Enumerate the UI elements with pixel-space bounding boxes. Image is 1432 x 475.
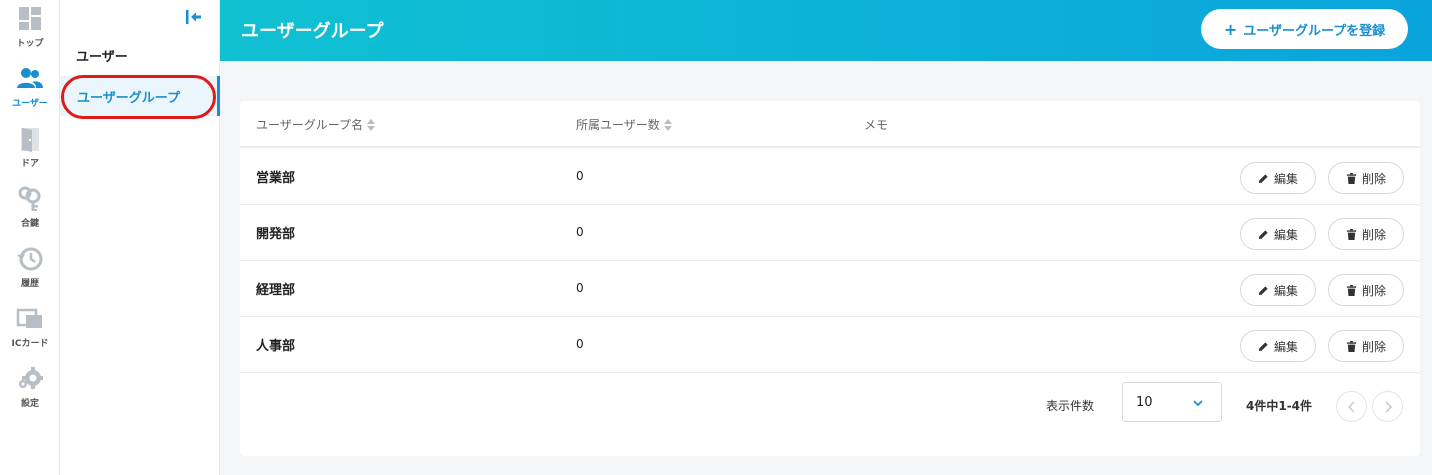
per-page-value: 10 bbox=[1136, 395, 1153, 410]
member-count: 0 bbox=[576, 225, 584, 239]
subnav-item-label: ユーザーグループ bbox=[77, 91, 180, 106]
column-header-count-label: 所属ユーザー数 bbox=[576, 118, 660, 132]
chevron-right-icon bbox=[1385, 401, 1393, 413]
pencil-icon bbox=[1258, 173, 1268, 183]
per-page-label: 表示件数 bbox=[1046, 399, 1095, 413]
edit-label: 編集 bbox=[1273, 283, 1298, 298]
member-count: 0 bbox=[576, 281, 584, 295]
delete-label: 削除 bbox=[1361, 283, 1386, 298]
delete-button[interactable]: 削除 bbox=[1328, 274, 1404, 306]
add-user-group-label: ユーザーグループを登録 bbox=[1243, 23, 1386, 39]
pencil-icon bbox=[1258, 341, 1268, 351]
rail-item-history[interactable]: 履歴 bbox=[0, 245, 60, 289]
next-page-button[interactable] bbox=[1372, 391, 1403, 422]
delete-label: 削除 bbox=[1361, 171, 1386, 186]
column-header-name-label: ユーザーグループ名 bbox=[256, 118, 364, 132]
edit-button[interactable]: 編集 bbox=[1240, 218, 1316, 250]
member-count: 0 bbox=[576, 169, 584, 183]
rail-label: 履歴 bbox=[20, 279, 39, 289]
users-icon bbox=[17, 68, 43, 88]
group-name: 経理部 bbox=[256, 283, 296, 298]
page-header: ユーザーグループ + ユーザーグループを登録 bbox=[220, 0, 1432, 61]
rail-label: ドア bbox=[20, 159, 39, 169]
column-header-count[interactable]: 所属ユーザー数 bbox=[576, 116, 672, 133]
edit-button[interactable]: 編集 bbox=[1240, 162, 1316, 194]
ic-card-icon bbox=[16, 308, 42, 328]
subnav-item-user-groups[interactable]: ユーザーグループ bbox=[60, 76, 220, 116]
pencil-icon bbox=[1258, 229, 1268, 239]
table-row: 人事部 0 編集 削除 bbox=[240, 317, 1420, 373]
group-name: 開発部 bbox=[256, 227, 296, 242]
delete-button[interactable]: 削除 bbox=[1328, 330, 1404, 362]
trash-icon bbox=[1346, 172, 1357, 184]
chevron-left-icon bbox=[1347, 401, 1355, 413]
rail-label: ユーザー bbox=[12, 99, 48, 109]
table-row: 経理部 0 編集 削除 bbox=[240, 261, 1420, 317]
per-page-select[interactable]: 10 bbox=[1122, 382, 1222, 422]
delete-button[interactable]: 削除 bbox=[1328, 218, 1404, 250]
collapse-sidebar-icon[interactable] bbox=[184, 8, 202, 26]
icon-rail: トップ ユーザー ドア 合鍵 履歴 ICカード 設定 bbox=[0, 0, 60, 475]
rail-label: ICカード bbox=[11, 339, 49, 349]
edit-button[interactable]: 編集 bbox=[1240, 330, 1316, 362]
table-header: ユーザーグループ名 所属ユーザー数 メモ bbox=[240, 101, 1420, 148]
rail-label: 設定 bbox=[20, 399, 39, 409]
plus-icon: + bbox=[1223, 19, 1238, 39]
door-icon bbox=[21, 128, 39, 152]
rail-label: トップ bbox=[16, 39, 44, 49]
edit-label: 編集 bbox=[1273, 171, 1298, 186]
table-row: 開発部 0 編集 削除 bbox=[240, 205, 1420, 261]
sort-icon bbox=[367, 118, 376, 131]
edit-label: 編集 bbox=[1273, 339, 1298, 354]
column-header-memo-label: メモ bbox=[864, 118, 889, 132]
pagination-range: 4件中1-4件 bbox=[1246, 399, 1313, 413]
column-header-memo: メモ bbox=[864, 116, 888, 133]
key-icon bbox=[18, 186, 41, 211]
delete-label: 削除 bbox=[1361, 339, 1386, 354]
rail-item-key[interactable]: 合鍵 bbox=[0, 185, 60, 229]
rail-item-ic-card[interactable]: ICカード bbox=[0, 305, 60, 349]
edit-label: 編集 bbox=[1273, 227, 1298, 242]
column-header-name[interactable]: ユーザーグループ名 bbox=[256, 116, 376, 133]
sort-icon bbox=[663, 118, 672, 131]
edit-button[interactable]: 編集 bbox=[1240, 274, 1316, 306]
group-name: 営業部 bbox=[256, 171, 296, 186]
group-name: 人事部 bbox=[256, 339, 296, 354]
member-count: 0 bbox=[576, 337, 584, 351]
history-icon bbox=[17, 247, 43, 271]
trash-icon bbox=[1346, 228, 1357, 240]
rail-item-top[interactable]: トップ bbox=[0, 5, 60, 49]
rail-item-users[interactable]: ユーザー bbox=[0, 65, 60, 109]
gear-icon bbox=[19, 367, 43, 389]
page-title: ユーザーグループ bbox=[241, 21, 384, 42]
trash-icon bbox=[1346, 284, 1357, 296]
rail-label: 合鍵 bbox=[20, 219, 39, 229]
dashboard-icon bbox=[19, 7, 41, 30]
delete-label: 削除 bbox=[1361, 227, 1386, 242]
table-row: 営業部 0 編集 削除 bbox=[240, 149, 1420, 205]
delete-button[interactable]: 削除 bbox=[1328, 162, 1404, 194]
add-user-group-button[interactable]: + ユーザーグループを登録 bbox=[1201, 9, 1408, 49]
rail-item-door[interactable]: ドア bbox=[0, 125, 60, 169]
subnav-heading-users[interactable]: ユーザー bbox=[76, 46, 128, 65]
pencil-icon bbox=[1258, 285, 1268, 295]
sub-navigation: ユーザー ユーザーグループ bbox=[60, 0, 220, 475]
prev-page-button[interactable] bbox=[1336, 391, 1367, 422]
rail-item-settings[interactable]: 設定 bbox=[0, 365, 60, 409]
trash-icon bbox=[1346, 340, 1357, 352]
user-group-table-card: ユーザーグループ名 所属ユーザー数 メモ 営業部 0 編集 削除 開発部 0 編… bbox=[240, 101, 1420, 456]
chevron-down-icon bbox=[1193, 400, 1203, 407]
